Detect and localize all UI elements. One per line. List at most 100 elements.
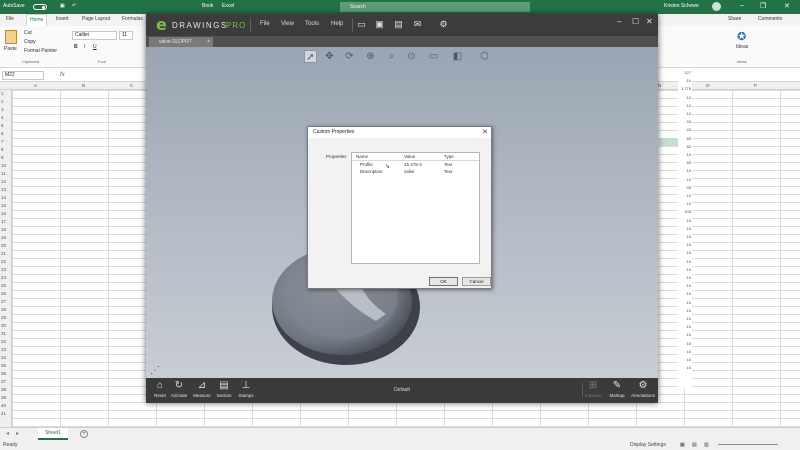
zoom-area-icon[interactable]: ⊕ bbox=[364, 50, 377, 63]
save-icon[interactable]: ▣ bbox=[374, 19, 385, 30]
minimize-icon[interactable]: – bbox=[617, 17, 621, 26]
row-header[interactable]: 8 bbox=[1, 146, 11, 154]
configuration-name[interactable]: Default bbox=[394, 387, 410, 393]
sheet-tab[interactable]: Sheet1 bbox=[38, 428, 68, 440]
search-box[interactable]: Search bbox=[340, 2, 530, 12]
rotate-icon[interactable]: ⟳ bbox=[343, 50, 356, 63]
properties-table[interactable]: Name Value Type Profile 15 475-3 Text De… bbox=[351, 152, 480, 264]
format-painter-button[interactable]: Format Painter bbox=[24, 48, 57, 54]
cell-value[interactable]: 62 bbox=[687, 144, 691, 149]
cell-value[interactable]: 10 bbox=[687, 259, 691, 264]
cell-value[interactable]: 10 bbox=[687, 341, 691, 346]
row-header[interactable]: 36 bbox=[1, 370, 11, 378]
row-header[interactable]: 6 bbox=[1, 130, 11, 138]
cut-button[interactable]: Cut bbox=[24, 30, 32, 36]
view-orientation-icon[interactable]: ▭ bbox=[427, 50, 440, 63]
cell-value[interactable]: 10 bbox=[687, 275, 691, 280]
add-sheet-button[interactable]: + bbox=[80, 430, 88, 438]
row-header[interactable]: 16 bbox=[1, 210, 11, 218]
row-header[interactable]: 38 bbox=[1, 386, 11, 394]
cell-value[interactable]: 10 bbox=[687, 308, 691, 313]
cell-value[interactable]: 63 bbox=[687, 136, 691, 141]
bold-button[interactable]: B bbox=[74, 44, 78, 50]
tab-insert[interactable]: Insert bbox=[56, 16, 69, 22]
menu-file[interactable]: File bbox=[260, 21, 270, 27]
close-icon[interactable]: ✕ bbox=[646, 17, 653, 26]
sheet-nav-left-icon[interactable]: ◂ bbox=[6, 430, 9, 437]
underline-button[interactable]: U bbox=[93, 44, 97, 50]
cell-value[interactable]: 10 bbox=[687, 291, 691, 296]
row-header[interactable]: 27 bbox=[1, 298, 11, 306]
settings-gear-icon[interactable]: ⚙ bbox=[438, 19, 449, 30]
maximize-icon[interactable]: ☐ bbox=[632, 17, 639, 26]
share-icon[interactable]: ✉ bbox=[412, 19, 423, 30]
explode-button[interactable]: ⊞ Explode bbox=[580, 379, 606, 403]
row-header[interactable]: 19 bbox=[1, 234, 11, 242]
cell-value[interactable]: 10 bbox=[687, 201, 691, 206]
tab-home[interactable]: Home bbox=[26, 14, 48, 26]
row-header[interactable]: 22 bbox=[1, 258, 11, 266]
markup-button[interactable]: ✎ Markup bbox=[604, 379, 630, 403]
cell-value[interactable]: 10 bbox=[687, 267, 691, 272]
ideas-icon[interactable]: ✪ bbox=[737, 30, 746, 43]
cell-value[interactable]: 10 bbox=[687, 242, 691, 247]
cell-value[interactable]: 10 bbox=[687, 78, 691, 83]
display-style-icon[interactable]: ◧ bbox=[451, 50, 464, 63]
row-description-name[interactable]: Description bbox=[360, 169, 383, 174]
row-header[interactable]: 35 bbox=[1, 362, 11, 370]
row-header[interactable]: 12 bbox=[1, 178, 11, 186]
row-header[interactable]: 21 bbox=[1, 250, 11, 258]
minimize-icon[interactable]: – bbox=[740, 2, 744, 9]
header-type[interactable]: Type bbox=[444, 154, 454, 159]
zoom-icon[interactable]: ⊙ bbox=[405, 50, 418, 63]
row-header[interactable]: 9 bbox=[1, 154, 11, 162]
column-header[interactable]: O bbox=[706, 83, 710, 88]
header-value[interactable]: Value bbox=[404, 154, 415, 159]
row-header[interactable]: 7 bbox=[1, 138, 11, 146]
print-icon[interactable]: ▤ bbox=[393, 19, 404, 30]
sheet-nav-right-icon[interactable]: ▸ bbox=[16, 430, 19, 437]
cell-value[interactable]: 63 bbox=[687, 160, 691, 165]
row-description-type[interactable]: Text bbox=[444, 169, 452, 174]
italic-button[interactable]: I bbox=[84, 44, 85, 50]
row-profile-value[interactable]: 15 475-3 bbox=[404, 162, 422, 167]
row-header[interactable]: 3 bbox=[1, 106, 11, 114]
stamps-button[interactable]: ⊥ Stamps bbox=[233, 379, 259, 403]
cell-value[interactable]: 10 bbox=[687, 250, 691, 255]
cube-view-icon[interactable]: ⬡ bbox=[478, 50, 491, 63]
share-button[interactable]: Share bbox=[728, 16, 741, 22]
row-header[interactable]: 40 bbox=[1, 402, 11, 410]
row-header[interactable]: 15 bbox=[1, 202, 11, 210]
close-tab-icon[interactable]: × bbox=[207, 37, 210, 47]
cell-value[interactable]: 10 bbox=[687, 218, 691, 223]
row-header[interactable]: 20 bbox=[1, 242, 11, 250]
cell-value[interactable]: 10 bbox=[687, 316, 691, 321]
ok-button[interactable]: OK bbox=[429, 277, 458, 286]
row-header[interactable]: 30 bbox=[1, 322, 11, 330]
row-header[interactable]: 31 bbox=[1, 330, 11, 338]
row-profile-type[interactable]: Text bbox=[444, 162, 452, 167]
annotations-button[interactable]: ⚙ Annotations bbox=[630, 379, 656, 403]
avatar[interactable] bbox=[712, 2, 721, 11]
tab-formulas[interactable]: Formulas bbox=[122, 16, 143, 22]
cell-value[interactable]: 10 bbox=[687, 349, 691, 354]
page-layout-view-icon[interactable]: ▤ bbox=[692, 442, 697, 448]
normal-view-icon[interactable]: ▦ bbox=[680, 442, 685, 448]
page-break-view-icon[interactable]: ▥ bbox=[704, 442, 709, 448]
row-header[interactable]: 18 bbox=[1, 226, 11, 234]
row-header[interactable]: 1 bbox=[1, 90, 11, 98]
row-header[interactable]: 26 bbox=[1, 290, 11, 298]
pan-icon[interactable]: ✥ bbox=[323, 50, 336, 63]
row-header[interactable]: 41 bbox=[1, 410, 11, 418]
cell-value[interactable]: 10 bbox=[687, 111, 691, 116]
select-arrow-icon[interactable]: ➚ bbox=[304, 50, 317, 63]
cell-value[interactable]: 10 bbox=[687, 324, 691, 329]
undo-icon[interactable]: ↶ bbox=[72, 3, 76, 9]
row-header[interactable]: 39 bbox=[1, 394, 11, 402]
zoom-fit-icon[interactable]: ⌕ bbox=[385, 50, 398, 63]
row-header[interactable]: 5 bbox=[1, 122, 11, 130]
cell-value[interactable]: 127 bbox=[684, 70, 691, 75]
cell-value[interactable]: 103 bbox=[684, 209, 691, 214]
row-header[interactable]: 17 bbox=[1, 218, 11, 226]
column-header[interactable]: C bbox=[130, 83, 133, 88]
